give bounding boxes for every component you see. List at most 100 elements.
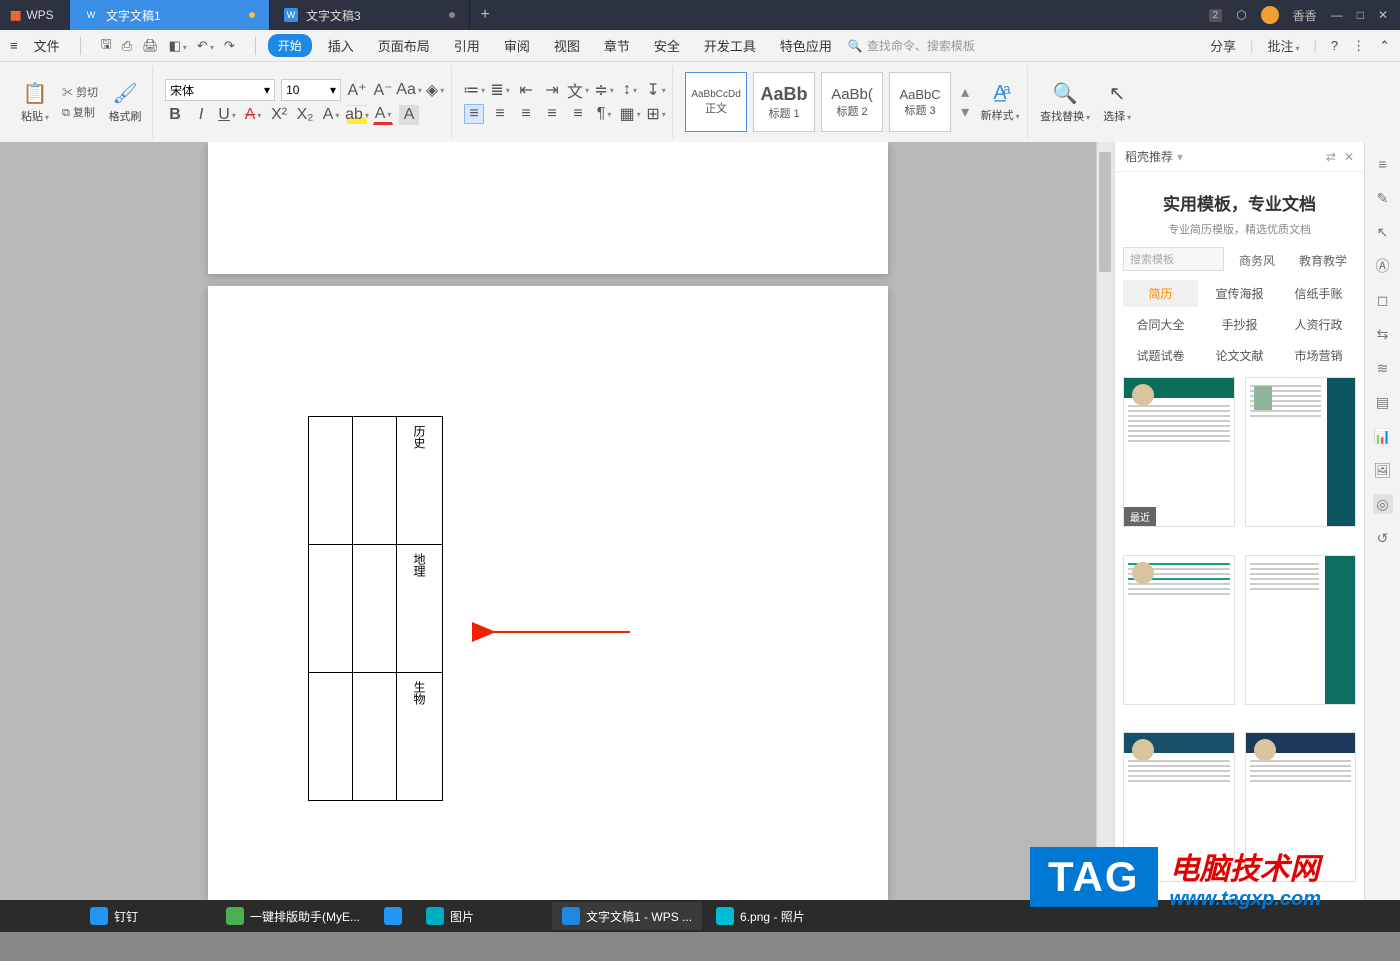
- text-effects-button[interactable]: A: [321, 105, 341, 125]
- font-size-select[interactable]: 10▾: [281, 79, 341, 101]
- taskbar-item-dingtalk[interactable]: 钉钉: [80, 902, 148, 930]
- subscript-button[interactable]: X₂: [295, 105, 315, 125]
- cut-button[interactable]: ✂ 剪切: [62, 84, 98, 100]
- shading-button[interactable]: ▦: [620, 104, 640, 124]
- command-search[interactable]: 🔍 查找命令、搜索模板: [848, 37, 975, 54]
- cat-handwrite[interactable]: 手抄报: [1202, 311, 1277, 338]
- hamburger-icon[interactable]: ≡: [10, 38, 18, 53]
- strip-docer-icon[interactable]: ◎: [1373, 494, 1393, 514]
- numbering-button[interactable]: ≣: [490, 80, 510, 100]
- maximize-button[interactable]: □: [1357, 8, 1364, 22]
- strip-image-icon[interactable]: 🖼: [1373, 460, 1393, 480]
- template-thumbnail[interactable]: [1245, 555, 1357, 705]
- font-color-button[interactable]: A: [373, 105, 393, 125]
- undo-button[interactable]: ↶: [197, 38, 214, 54]
- cat-contract[interactable]: 合同大全: [1123, 311, 1198, 338]
- cat-resume[interactable]: 简历: [1123, 280, 1198, 307]
- filter-business[interactable]: 商务风: [1230, 247, 1284, 274]
- taskbar-item-wps[interactable]: 文字文稿1 - WPS ...: [552, 902, 702, 930]
- change-case-button[interactable]: Aa: [399, 80, 419, 100]
- document-area[interactable]: 历史 地理 生物: [0, 142, 1096, 900]
- comments-button[interactable]: 批注: [1267, 36, 1299, 55]
- strip-select-icon[interactable]: ↖: [1373, 222, 1393, 242]
- taskbar-item-bird[interactable]: [374, 902, 412, 930]
- template-thumbnail[interactable]: [1123, 555, 1235, 705]
- style-heading3[interactable]: AaBbC 标题 3: [889, 72, 951, 132]
- find-replace-button[interactable]: 🔍 查找替换: [1040, 81, 1090, 124]
- scrollbar-thumb[interactable]: [1099, 152, 1111, 272]
- taskbar-item-photos[interactable]: 图片: [416, 902, 484, 930]
- cat-marketing[interactable]: 市场营销: [1281, 342, 1356, 369]
- format-painter-button[interactable]: 🖌 格式刷: [104, 81, 146, 124]
- document-tab-2[interactable]: W 文字文稿3: [270, 0, 470, 30]
- close-button[interactable]: ✕: [1378, 8, 1388, 22]
- tab-security[interactable]: 安全: [646, 32, 688, 59]
- font-name-select[interactable]: 宋体▾: [165, 79, 275, 101]
- print-preview-icon[interactable]: ⎙: [122, 38, 132, 54]
- file-menu[interactable]: 文件: [26, 32, 68, 59]
- tab-references[interactable]: 引用: [446, 32, 488, 59]
- increase-indent-button[interactable]: ⇥: [542, 80, 562, 100]
- cat-hr[interactable]: 人资行政: [1281, 311, 1356, 338]
- strikethrough-button[interactable]: A: [243, 105, 263, 125]
- highlight-button[interactable]: ab: [347, 105, 367, 125]
- clear-format-button[interactable]: ◈: [425, 80, 445, 100]
- align-center-button[interactable]: ≡: [490, 104, 510, 124]
- strip-settings-icon[interactable]: ⇆: [1373, 324, 1393, 344]
- skin-icon[interactable]: ⬡: [1236, 8, 1246, 22]
- bullets-button[interactable]: ≔: [464, 80, 484, 100]
- notification-badge[interactable]: 2: [1209, 9, 1223, 22]
- collapse-ribbon-button[interactable]: ⌃: [1379, 38, 1390, 54]
- bold-button[interactable]: B: [165, 105, 185, 125]
- align-distribute-button[interactable]: ≡: [568, 104, 588, 124]
- template-thumbnail[interactable]: [1245, 377, 1357, 527]
- new-tab-button[interactable]: +: [470, 6, 500, 24]
- shrink-font-button[interactable]: A⁻: [373, 80, 393, 100]
- dropdown-icon[interactable]: ▾: [1177, 150, 1183, 164]
- strip-shape-icon[interactable]: ◻: [1373, 290, 1393, 310]
- tab-view[interactable]: 视图: [546, 32, 588, 59]
- tab-insert[interactable]: 插入: [320, 32, 362, 59]
- style-heading1[interactable]: AaBb 标题 1: [753, 72, 815, 132]
- styles-up-button[interactable]: ▴: [961, 82, 969, 102]
- vertical-scrollbar[interactable]: [1096, 142, 1114, 900]
- filter-education[interactable]: 教育教学: [1290, 247, 1356, 274]
- panel-close-button[interactable]: ✕: [1344, 150, 1354, 164]
- paragraph-spacing-button[interactable]: ¶: [594, 104, 614, 124]
- underline-button[interactable]: U: [217, 105, 237, 125]
- strip-history-icon[interactable]: ↺: [1373, 528, 1393, 548]
- decrease-indent-button[interactable]: ⇤: [516, 80, 536, 100]
- document-tab-1[interactable]: W 文字文稿1: [70, 0, 270, 30]
- char-shading-button[interactable]: A: [399, 105, 419, 125]
- borders-button[interactable]: ⊞: [646, 104, 666, 124]
- new-style-button[interactable]: A̲ͣ 新样式: [979, 82, 1021, 123]
- template-search-input[interactable]: 搜索模板: [1123, 247, 1224, 271]
- align-justify-button[interactable]: ≡: [542, 104, 562, 124]
- share-button[interactable]: 分享: [1210, 36, 1236, 55]
- cat-poster[interactable]: 宣传海报: [1202, 280, 1277, 307]
- align-right-button[interactable]: ≡: [516, 104, 536, 124]
- strip-menu-icon[interactable]: ≡: [1373, 154, 1393, 174]
- save-icon[interactable]: 🖫: [101, 35, 112, 57]
- styles-down-button[interactable]: ▾: [961, 102, 969, 122]
- user-avatar[interactable]: [1261, 6, 1279, 24]
- sort-button[interactable]: ↧: [646, 80, 666, 100]
- tab-devtools[interactable]: 开发工具: [696, 32, 764, 59]
- line-spacing-button[interactable]: ↕: [620, 80, 640, 100]
- tab-review[interactable]: 审阅: [496, 32, 538, 59]
- taskbar-item-image[interactable]: 6.png - 照片: [706, 902, 815, 930]
- strip-template-icon[interactable]: ✎: [1373, 188, 1393, 208]
- style-heading2[interactable]: AaBb( 标题 2: [821, 72, 883, 132]
- copy-button[interactable]: ⧉ 复制: [62, 104, 98, 120]
- taskbar-item-typeset[interactable]: 一键排版助手(MyE...: [216, 902, 370, 930]
- cat-exam[interactable]: 试题试卷: [1123, 342, 1198, 369]
- text-direction-button[interactable]: 文: [568, 80, 588, 100]
- style-normal[interactable]: AaBbCcDd 正文: [685, 72, 747, 132]
- cat-thesis[interactable]: 论文文献: [1202, 342, 1277, 369]
- tab-start[interactable]: 开始: [268, 34, 312, 57]
- align-distribute-button[interactable]: ≑: [594, 80, 614, 100]
- strip-chart-icon[interactable]: 📊: [1373, 426, 1393, 446]
- print-icon[interactable]: 🖨: [142, 38, 159, 54]
- strip-style-icon[interactable]: Ⓐ: [1373, 256, 1393, 276]
- align-left-button[interactable]: ≡: [464, 104, 484, 124]
